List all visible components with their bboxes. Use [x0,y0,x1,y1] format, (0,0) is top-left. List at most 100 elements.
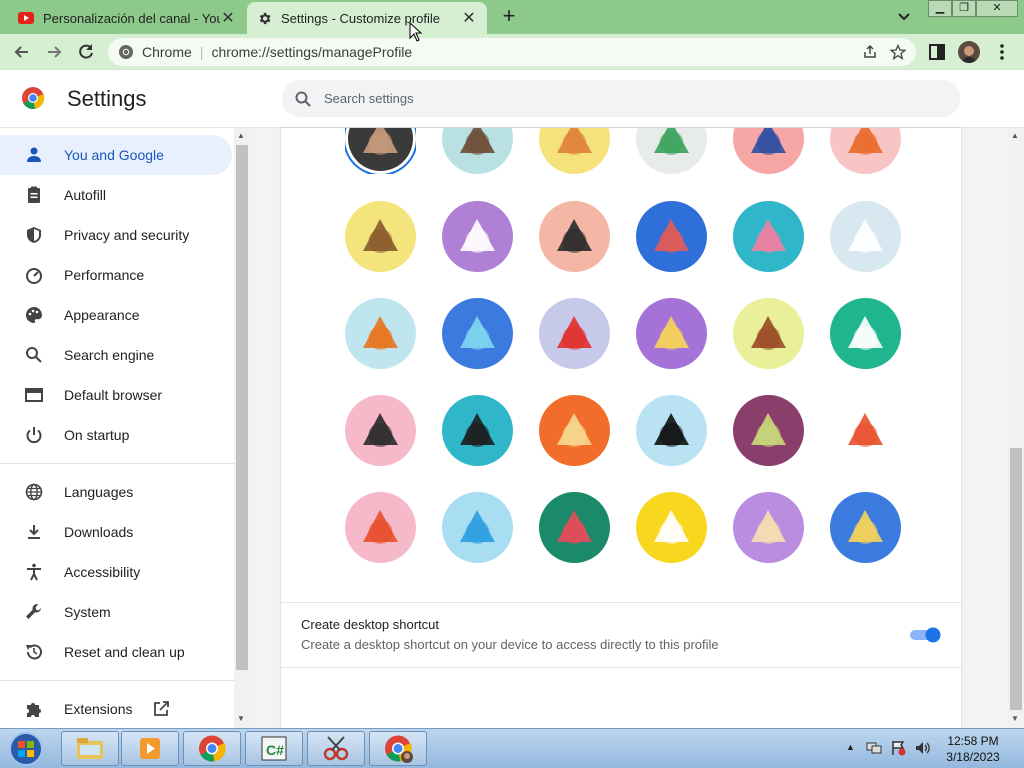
origami-squirrel-avatar[interactable] [830,128,901,174]
sidebar-item-label: Appearance [64,307,140,323]
smiley-avatar[interactable] [830,395,901,466]
search-icon [294,90,312,108]
close-icon[interactable]: ✕ [461,8,477,28]
football-avatar[interactable] [733,298,804,369]
back-arrow-icon[interactable] [12,42,32,62]
shield-icon [24,225,44,245]
tamagotchi-avatar[interactable] [539,395,610,466]
address-bar[interactable]: Chrome | chrome://settings/manageProfile [108,38,916,66]
scroll-down-arrow-icon[interactable]: ▼ [237,714,245,723]
cheese-avatar[interactable] [636,298,707,369]
sidebar-item-you-and-google[interactable]: You and Google [0,135,232,175]
clock[interactable]: 12:58 PM 3/18/2023 [930,733,1016,765]
network-icon[interactable] [866,740,882,756]
mouse-cursor-icon [409,22,423,42]
sidebar-item-autofill[interactable]: Autofill [0,175,232,215]
tab-settings[interactable]: Settings - Customize profile ✕ [247,2,487,34]
scroll-up-arrow-icon[interactable]: ▲ [1011,131,1019,140]
download-icon [24,522,44,542]
csharp-editor-icon[interactable]: C# [245,731,303,766]
vinyl-avatar[interactable] [636,395,707,466]
page-title: Settings [67,86,147,111]
chrome-logo-icon [21,86,45,110]
accessibility-icon [24,562,44,582]
onigiri-avatar[interactable] [636,492,707,563]
new-tab-button[interactable]: + [498,5,520,28]
media-player-icon[interactable] [121,731,179,766]
restore-button[interactable]: ❐ [952,0,976,17]
avocado-avatar[interactable] [733,395,804,466]
share-icon[interactable] [862,44,878,60]
origami-monkey-avatar[interactable] [345,201,416,272]
profile-avatar[interactable] [958,41,980,63]
sidebar-item-appearance[interactable]: Appearance [0,295,232,335]
origami-panda-avatar[interactable] [442,201,513,272]
bird-avatar[interactable] [539,298,610,369]
sidebar-item-reset[interactable]: Reset and clean up [0,632,232,672]
forward-arrow-icon[interactable] [44,42,64,62]
origami-butterfly-avatar[interactable] [636,201,707,272]
shortcut-toggle[interactable] [910,627,942,643]
scroll-up-arrow-icon[interactable]: ▲ [237,131,245,140]
sidebar-item-performance[interactable]: Performance [0,255,232,295]
basketball-avatar[interactable] [345,298,416,369]
origami-unicorn-avatar[interactable] [830,201,901,272]
sidebar-item-default-browser[interactable]: Default browser [0,375,232,415]
pizza-avatar[interactable] [733,492,804,563]
chrome-profile-icon[interactable] [369,731,427,766]
sidebar: You and Google Autofill Privacy and secu… [0,128,234,728]
youtube-icon [18,12,34,24]
more-menu-icon[interactable] [994,43,1014,63]
origami-penguin-avatar[interactable] [539,201,610,272]
close-window-button[interactable]: ✕ [976,0,1018,17]
origami-dragon-avatar[interactable] [636,128,707,174]
user-photo-avatar[interactable] [345,128,416,174]
reset-icon [24,642,44,662]
sidebar-item-downloads[interactable]: Downloads [0,512,232,552]
ice-cream-avatar[interactable] [345,492,416,563]
svg-text:C#: C# [266,742,284,758]
chevron-down-icon[interactable] [896,8,912,24]
side-panel-icon[interactable] [928,43,948,63]
sidebar-item-system[interactable]: System [0,592,232,632]
sushi-avatar[interactable] [442,395,513,466]
minimize-button[interactable]: ▁ [928,0,952,17]
sidebar-item-extensions[interactable]: Extensions [0,689,232,729]
sidebar-item-languages[interactable]: Languages [0,472,232,512]
sidebar-item-on-startup[interactable]: On startup [0,415,232,455]
show-hidden-icons-arrow-icon[interactable]: ▲ [846,742,855,752]
start-button[interactable] [6,731,46,767]
close-icon[interactable]: ✕ [220,8,236,28]
sidebar-item-accessibility[interactable]: Accessibility [0,552,232,592]
sidebar-item-label: Reset and clean up [64,644,185,660]
sidebar-scrollbar-thumb[interactable] [236,145,248,670]
burger-avatar[interactable] [830,298,901,369]
sidebar-item-search-engine[interactable]: Search engine [0,335,232,375]
origami-rabbit-avatar[interactable] [733,201,804,272]
origami-fox-avatar[interactable] [539,128,610,174]
search-settings-input[interactable]: Search settings [282,80,960,117]
ice-cubes-avatar[interactable] [442,492,513,563]
site-label: Chrome [142,44,192,60]
desktop-shortcut-row[interactable] [281,602,961,668]
scissors-tool-icon[interactable] [307,731,365,766]
bookmark-star-icon[interactable] [890,44,906,60]
sidebar-item-privacy[interactable]: Privacy and security [0,215,232,255]
reload-icon[interactable] [76,42,96,62]
file-explorer-icon[interactable] [61,731,119,766]
chrome-icon[interactable] [183,731,241,766]
sandwich-avatar[interactable] [830,492,901,563]
sunglasses-avatar[interactable] [345,395,416,466]
volume-icon[interactable] [914,740,930,756]
url-text[interactable]: chrome://settings/manageProfile [211,44,412,60]
tab-youtube[interactable]: Personalización del canal - YouTube ✕ [8,2,246,34]
clock-date: 3/18/2023 [946,750,1000,764]
origami-elephant-avatar[interactable] [733,128,804,174]
bike-avatar[interactable] [442,298,513,369]
watermelon-avatar[interactable] [539,492,610,563]
scroll-down-arrow-icon[interactable]: ▼ [1011,714,1019,723]
sidebar-item-label: Default browser [64,387,163,403]
origami-cat-avatar[interactable] [442,128,513,174]
action-center-flag-icon[interactable] [891,740,907,756]
page-scrollbar-thumb[interactable] [1010,448,1022,710]
